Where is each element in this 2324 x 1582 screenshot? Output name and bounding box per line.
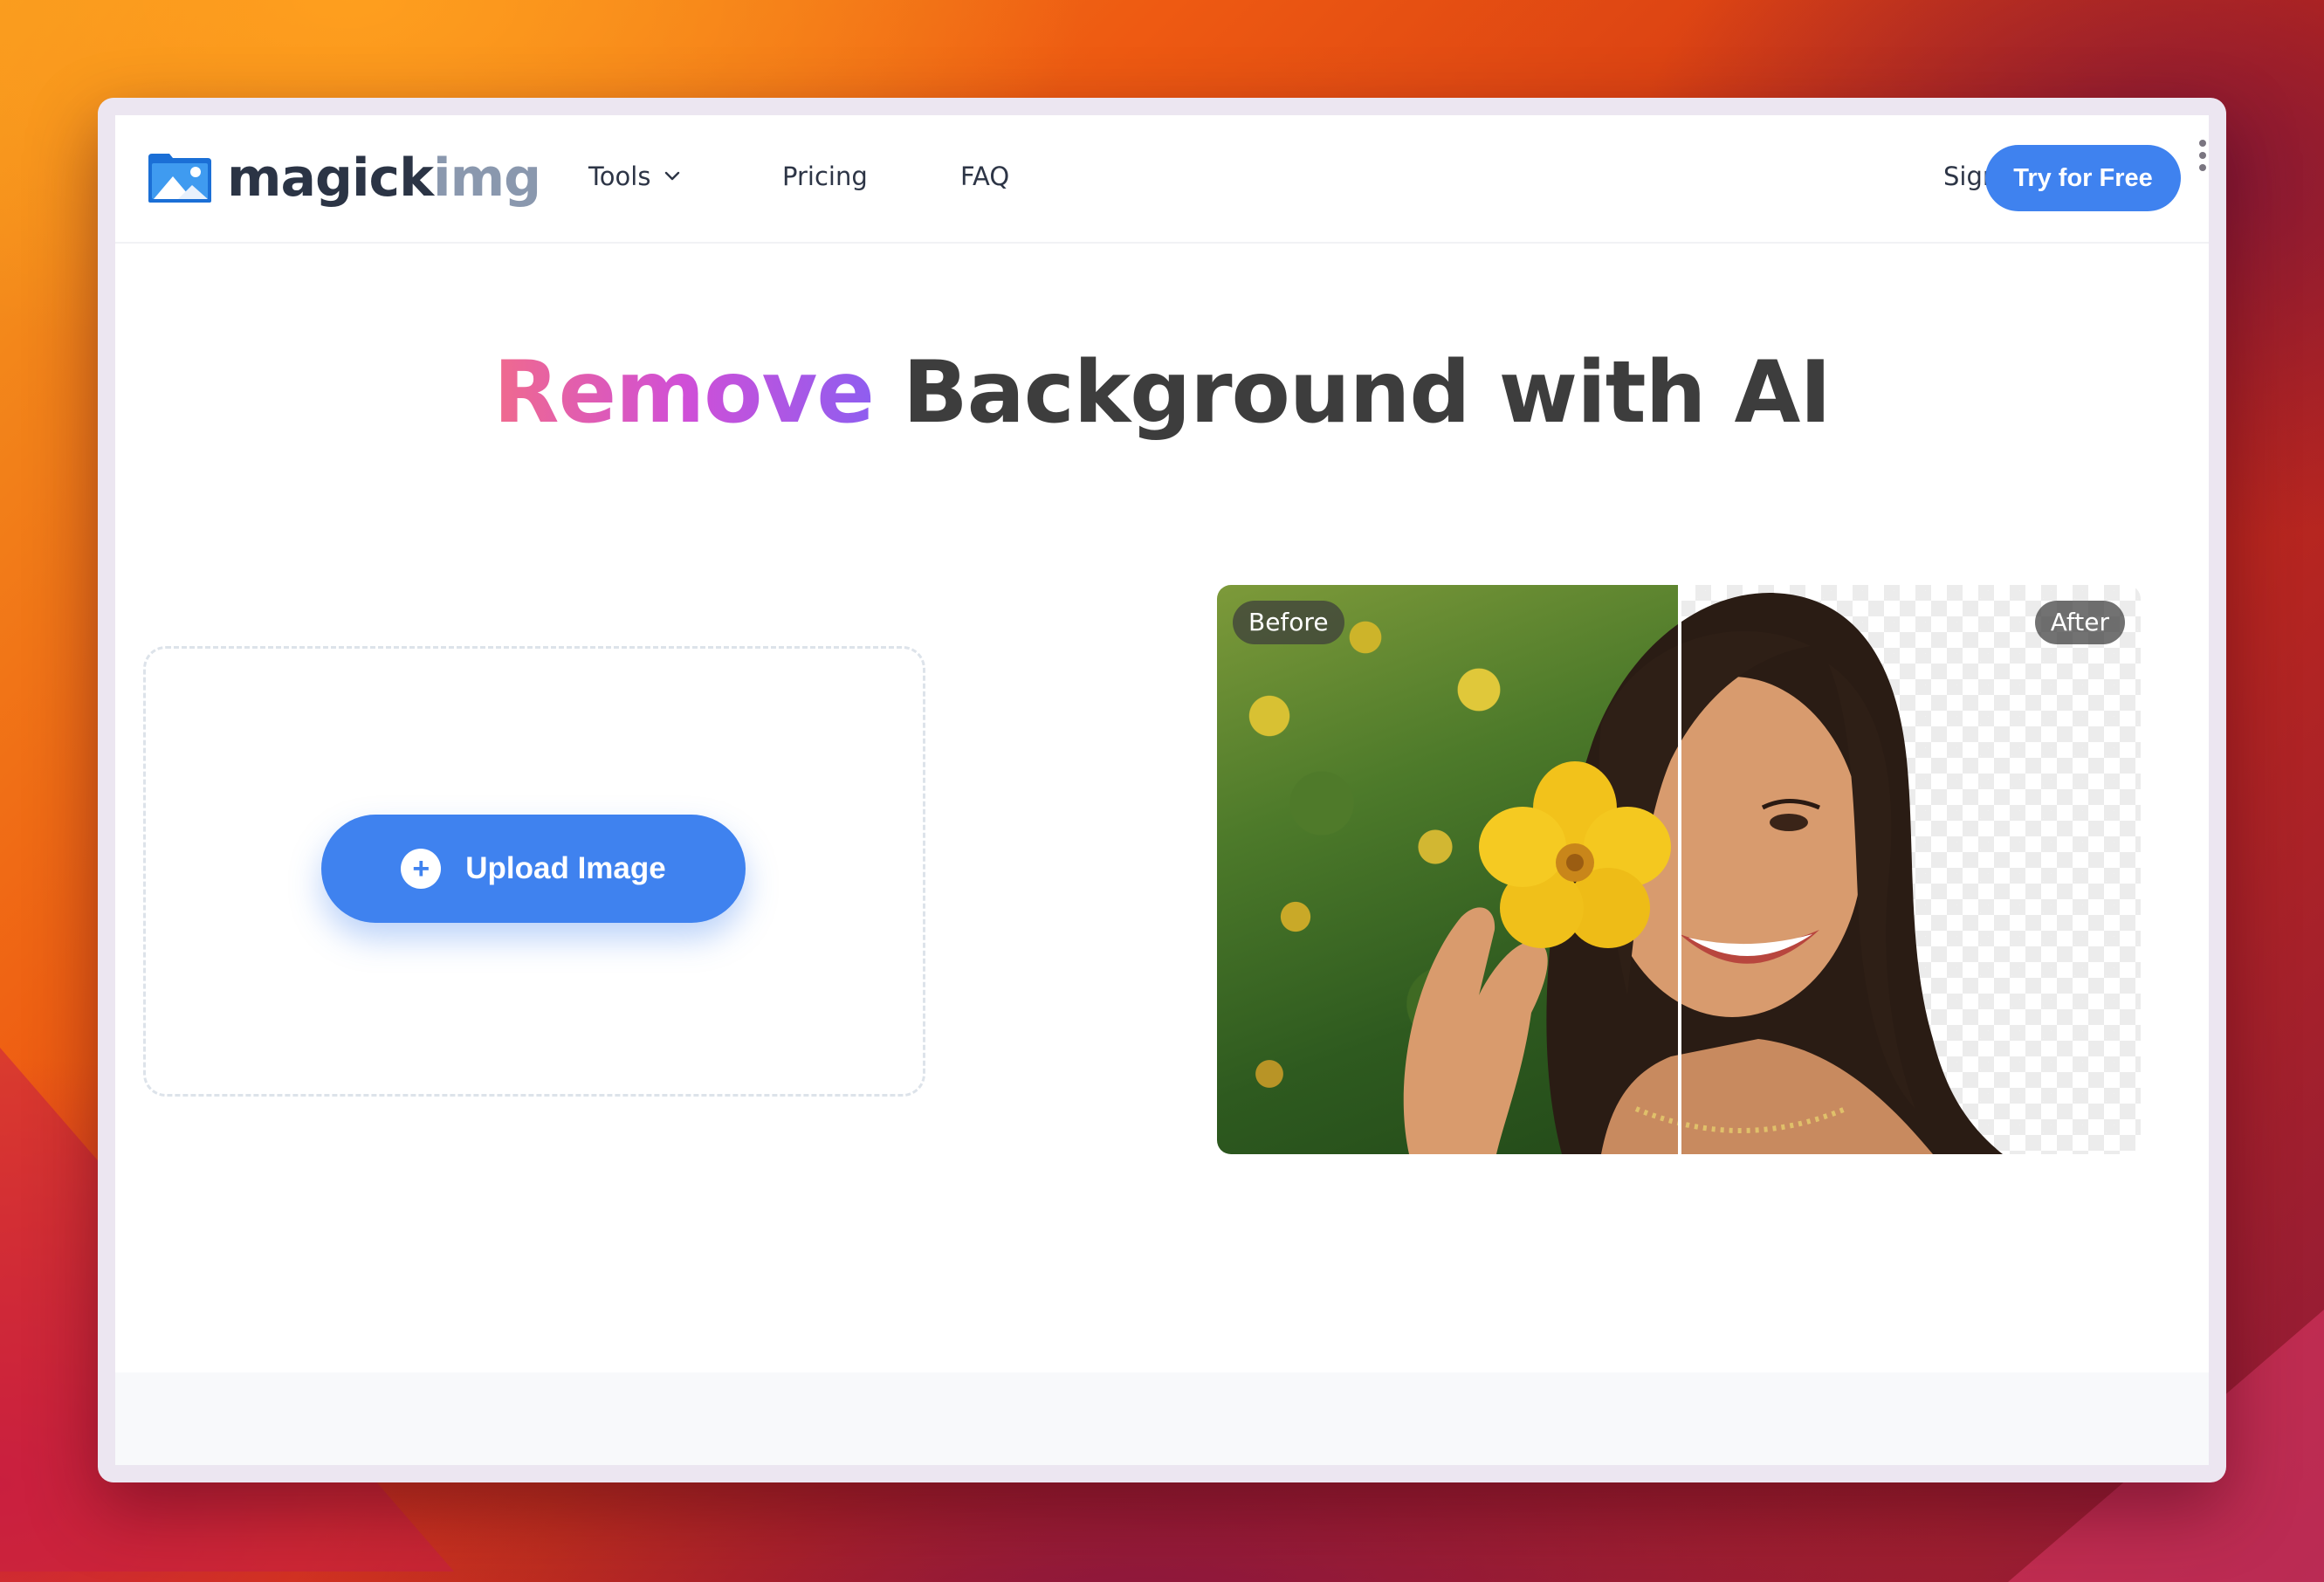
upload-image-button[interactable]: + Upload Image [321, 815, 746, 923]
before-after-comparison[interactable]: Before After [1217, 585, 2141, 1154]
title-highlight: Remove [493, 343, 875, 443]
before-label: Before [1233, 601, 1344, 644]
plus-circle-icon: + [401, 849, 442, 889]
site-header: magickimg Tools Pricing FAQ Sign in Try … [115, 115, 2209, 244]
upload-button-label: Upload Image [465, 851, 666, 885]
nav-faq[interactable]: FAQ [960, 161, 1009, 192]
comparison-divider[interactable] [1678, 585, 1681, 1154]
logo-text: magickimg [227, 148, 541, 209]
page: magickimg Tools Pricing FAQ Sign in Try … [115, 115, 2209, 1465]
page-title: Remove Background with AI [115, 340, 2209, 445]
after-label: After [2034, 601, 2125, 644]
browser-window: magickimg Tools Pricing FAQ Sign in Try … [98, 98, 2226, 1482]
title-rest: Background with AI [873, 343, 1832, 443]
image-landscape-icon [148, 154, 211, 203]
logo[interactable]: magickimg [147, 148, 541, 209]
nav-tools-label: Tools [588, 162, 651, 191]
try-for-free-button[interactable]: Try for Free [1985, 145, 2181, 211]
chevron-down-icon [665, 171, 680, 181]
nav-pricing[interactable]: Pricing [782, 161, 868, 192]
nav-tools[interactable]: Tools [588, 161, 680, 192]
next-section [115, 1372, 2209, 1465]
